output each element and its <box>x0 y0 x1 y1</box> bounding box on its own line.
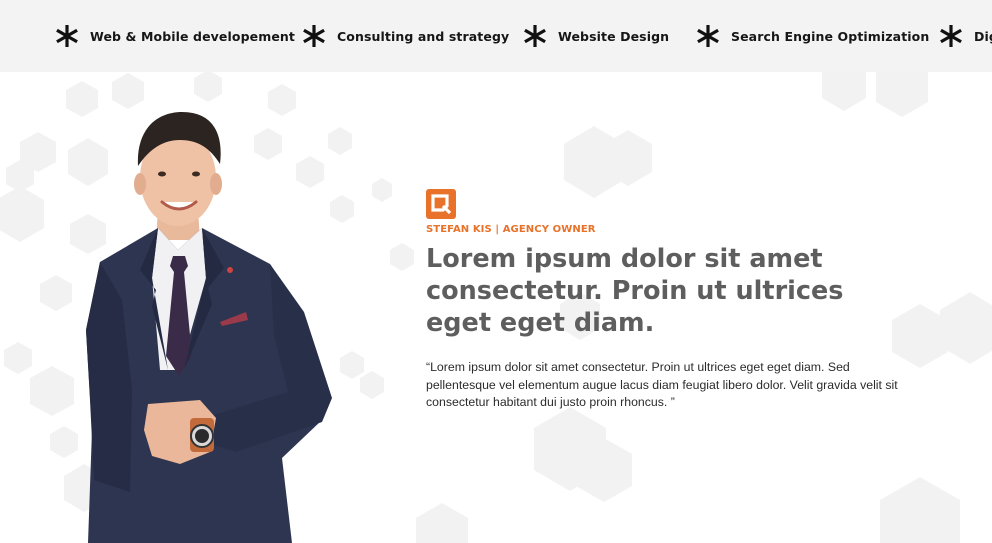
asterisk-icon <box>524 25 546 47</box>
hero-content: STEFAN KIS | AGENCY OWNER Lorem ipsum do… <box>426 189 926 412</box>
service-item-consulting: Consulting and strategy <box>303 0 509 72</box>
service-label: Website Design <box>558 28 670 44</box>
hero-headline: Lorem ipsum dolor sit amet consectetur. … <box>426 244 844 338</box>
service-label: Web & Mobile developement <box>90 28 295 44</box>
service-label: Search Engine Optimization <box>731 28 930 44</box>
asterisk-icon <box>697 25 719 47</box>
asterisk-icon <box>56 25 78 47</box>
asterisk-icon <box>303 25 325 47</box>
asterisk-icon <box>940 25 962 47</box>
brand-logo-icon <box>426 189 456 219</box>
service-item-seo: Search Engine Optimization <box>697 0 929 72</box>
service-item-web-mobile: Web & Mobile developement <box>56 0 295 72</box>
hero-quote: “Lorem ipsum dolor sit amet consectetur.… <box>426 360 898 409</box>
service-label: Dig <box>974 28 992 44</box>
service-item-website-design: Website Design <box>524 0 669 72</box>
agency-owner-portrait <box>86 112 332 543</box>
service-label: Consulting and strategy <box>337 28 510 44</box>
service-item-digital: Dig <box>940 0 992 72</box>
services-strip: Web & Mobile developement Consulting and… <box>0 0 992 72</box>
author-eyebrow: STEFAN KIS | AGENCY OWNER <box>426 224 596 235</box>
